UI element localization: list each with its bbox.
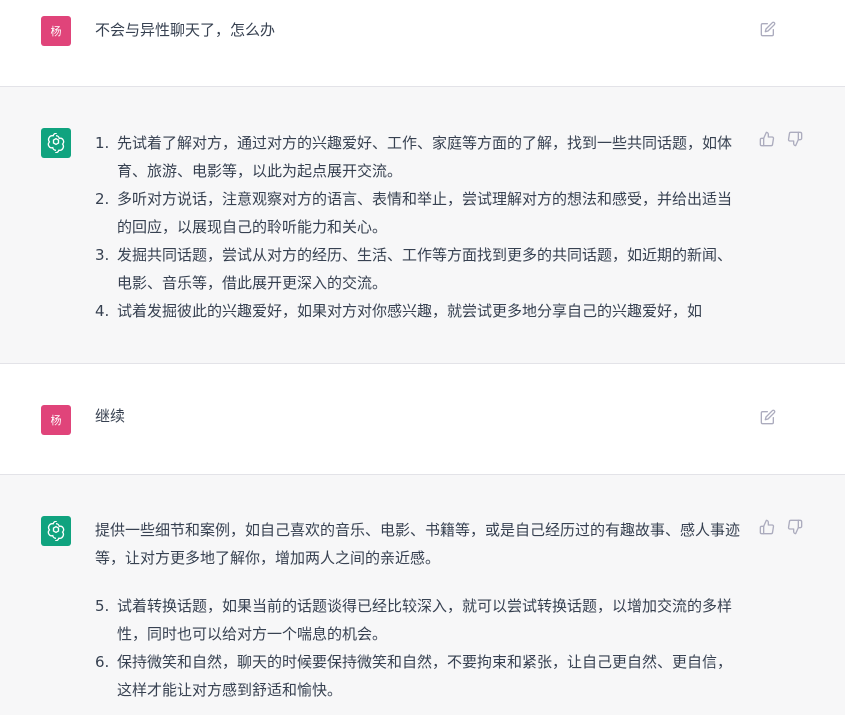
user-message-2: 杨 继续 <box>0 364 845 475</box>
thumbs-down-icon[interactable] <box>787 519 803 535</box>
list-item: 5. 试着转换话题，如果当前的话题谈得已经比较深入，就可以尝试转换话题，以增加交流… <box>95 597 733 643</box>
assistant-message-1: 1. 先试着了解对方，通过对方的兴趣爱好、工作、家庭等方面的了解，找到一些共同话题… <box>0 87 845 364</box>
paragraph: 提供一些细节和案例，如自己喜欢的音乐、电影、书籍等，或是自己经历过的有趣故事、感… <box>95 521 741 567</box>
numbered-list: 5. 试着转换话题，如果当前的话题谈得已经比较深入，就可以尝试转换话题，以增加交流… <box>95 592 745 704</box>
edit-icon[interactable] <box>760 409 776 425</box>
user-avatar: 杨 <box>41 16 71 46</box>
assistant-message-2: 提供一些细节和案例，如自己喜欢的音乐、电影、书籍等，或是自己经历过的有趣故事、感… <box>0 475 845 715</box>
list-item: 3. 发掘共同话题，尝试从对方的经历、生活、工作等方面找到更多的共同话题，如近期的… <box>95 246 733 292</box>
numbered-list: 1. 先试着了解对方，通过对方的兴趣爱好、工作、家庭等方面的了解，找到一些共同话题… <box>95 129 745 325</box>
feedback-buttons <box>759 131 803 147</box>
user-message-text: 不会与异性聊天了，怎么办 <box>95 21 276 39</box>
avatar-initial: 杨 <box>50 25 62 38</box>
assistant-message-content: 提供一些细节和案例，如自己喜欢的音乐、电影、书籍等，或是自己经历过的有趣故事、感… <box>95 516 745 704</box>
assistant-message-content: 1. 先试着了解对方，通过对方的兴趣爱好、工作、家庭等方面的了解，找到一些共同话题… <box>95 129 745 325</box>
assistant-avatar <box>41 516 71 546</box>
list-item: 6. 保持微笑和自然，聊天的时候要保持微笑和自然，不要拘束和紧张，让自己更自然、更… <box>95 653 733 699</box>
list-item: 2. 多听对方说话，注意观察对方的语言、表情和举止，尝试理解对方的想法和感受，并给… <box>95 190 733 236</box>
user-message-1: 杨 不会与异性聊天了，怎么办 <box>0 0 845 87</box>
edit-icon[interactable] <box>760 21 776 37</box>
feedback-buttons <box>759 519 803 535</box>
thumbs-down-icon[interactable] <box>787 131 803 147</box>
thumbs-up-icon[interactable] <box>759 131 775 147</box>
avatar-initial: 杨 <box>50 414 62 427</box>
list-item: 1. 先试着了解对方，通过对方的兴趣爱好、工作、家庭等方面的了解，找到一些共同话题… <box>95 134 733 180</box>
list-item: 4. 试着发掘彼此的兴趣爱好，如果对方对你感兴趣，就尝试更多地分享自己的兴趣爱好，… <box>95 302 703 320</box>
assistant-avatar <box>41 128 71 158</box>
openai-logo-icon <box>47 133 65 153</box>
user-avatar: 杨 <box>41 405 71 435</box>
openai-logo-icon <box>47 521 65 541</box>
thumbs-up-icon[interactable] <box>759 519 775 535</box>
user-message-text: 继续 <box>95 407 126 425</box>
